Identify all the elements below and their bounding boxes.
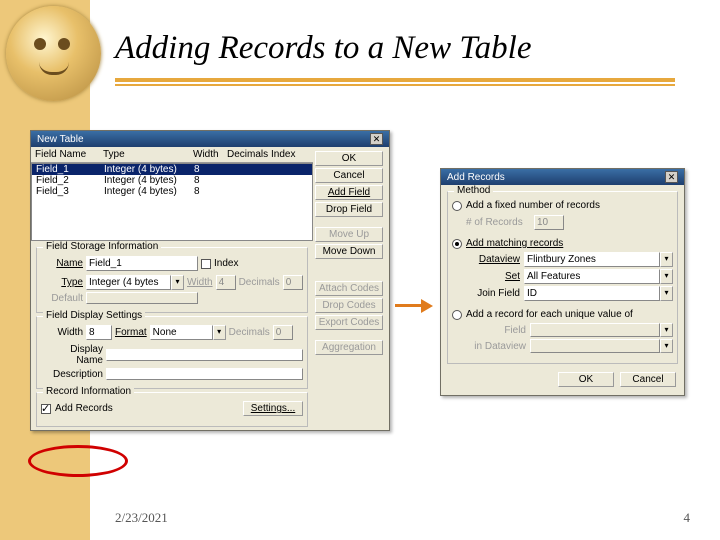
opt-matching-label: Add matching records	[466, 238, 563, 249]
footer-page-number: 4	[684, 510, 691, 526]
format-select[interactable]: None	[150, 325, 213, 340]
chevron-down-icon[interactable]: ▾	[213, 325, 226, 340]
add-records-titlebar[interactable]: Add Records ✕	[441, 169, 684, 185]
table-row[interactable]: Field_1 Integer (4 bytes) 8	[32, 164, 312, 175]
footer-date: 2/23/2021	[115, 510, 168, 526]
disp-dec-input: 0	[273, 325, 293, 340]
numrec-label: # of Records	[466, 217, 530, 228]
add-records-dialog: Add Records ✕ Method Add a fixed number …	[440, 168, 685, 396]
attach-codes-button: Attach Codes	[315, 281, 383, 296]
new-table-title: New Table	[37, 134, 84, 145]
radio-fixed[interactable]	[452, 201, 462, 211]
radio-unique[interactable]	[452, 310, 462, 320]
chevron-down-icon[interactable]: ▾	[660, 269, 673, 284]
dataview-select[interactable]: Flintbury Zones	[524, 252, 660, 267]
group-storage-title: Field Storage Information	[43, 241, 161, 252]
ok-button[interactable]: OK	[315, 151, 383, 166]
dataview-label: Dataview	[466, 254, 520, 265]
name-label: Name	[41, 258, 83, 269]
chevron-down-icon[interactable]: ▾	[171, 275, 184, 290]
cell: Integer (4 bytes)	[104, 175, 194, 186]
add-records-checkbox[interactable]	[41, 404, 51, 414]
indv-label: in Dataview	[466, 341, 526, 352]
add-field-button[interactable]: Add Field	[315, 185, 383, 200]
table-row[interactable]: Field_3 Integer (4 bytes) 8	[32, 186, 312, 197]
disp-name-label: Display Name	[41, 344, 103, 366]
indv-select	[530, 339, 660, 353]
col-decimals: Decimals	[227, 149, 271, 160]
index-label: Index	[214, 258, 238, 269]
description-label: Description	[41, 369, 103, 380]
cell: 8	[194, 164, 228, 175]
col-type: Type	[103, 149, 193, 160]
close-icon[interactable]: ✕	[665, 171, 678, 183]
cancel-button[interactable]: Cancel	[620, 372, 676, 387]
disp-width-label: Width	[41, 327, 83, 338]
set-label: Set	[466, 271, 520, 282]
move-down-button[interactable]: Move Down	[315, 244, 383, 259]
disp-name-input[interactable]	[106, 349, 303, 361]
annotation-arrow	[395, 300, 435, 312]
cell: Field_3	[36, 186, 104, 197]
disp-dec-label: Decimals	[229, 327, 270, 338]
slide-title: Adding Records to a New Table	[115, 30, 531, 67]
description-input[interactable]	[106, 368, 303, 380]
chevron-down-icon[interactable]: ▾	[660, 252, 673, 267]
chevron-down-icon: ▾	[660, 323, 673, 337]
numrec-input: 10	[534, 215, 564, 230]
format-label: Format	[115, 327, 147, 338]
table-row[interactable]: Field_2 Integer (4 bytes) 8	[32, 175, 312, 186]
cell: Integer (4 bytes)	[104, 186, 194, 197]
add-records-title: Add Records	[447, 172, 505, 183]
field-list[interactable]: Field_1 Integer (4 bytes) 8 Field_2 Inte…	[31, 163, 313, 241]
export-codes-button: Export Codes	[315, 315, 383, 330]
index-checkbox[interactable]	[201, 259, 211, 269]
type-select[interactable]: Integer (4 bytes	[86, 275, 171, 290]
decimals-label: Decimals	[239, 277, 280, 288]
aggregation-button: Aggregation	[315, 340, 383, 355]
width-label: Width	[187, 277, 213, 288]
col-field-name: Field Name	[35, 149, 103, 160]
radio-matching[interactable]	[452, 239, 462, 249]
opt-unique-label: Add a record for each unique value of	[466, 309, 633, 320]
name-input[interactable]: Field_1	[86, 256, 198, 271]
new-table-dialog: New Table ✕ Field Name Type Width Decima…	[30, 130, 390, 431]
chevron-down-icon[interactable]: ▾	[660, 286, 673, 301]
cell: Field_2	[36, 175, 104, 186]
drop-field-button[interactable]: Drop Field	[315, 202, 383, 217]
opt-fixed-label: Add a fixed number of records	[466, 200, 600, 211]
title-rule	[115, 78, 675, 82]
chevron-down-icon: ▾	[660, 339, 673, 353]
cell: Field_1	[36, 164, 104, 175]
cell: 8	[194, 186, 228, 197]
title-rule-thin	[115, 84, 675, 86]
col-index: Index	[271, 149, 303, 160]
settings-button[interactable]: Settings...	[243, 401, 303, 416]
type-label: Type	[41, 277, 83, 288]
drop-codes-button: Drop Codes	[315, 298, 383, 313]
col-width: Width	[193, 149, 227, 160]
group-display-title: Field Display Settings	[43, 310, 145, 321]
default-label: Default	[41, 293, 83, 304]
cell: Integer (4 bytes)	[104, 164, 194, 175]
field-label: Field	[466, 325, 526, 336]
cancel-button[interactable]: Cancel	[315, 168, 383, 183]
move-up-button[interactable]: Move Up	[315, 227, 383, 242]
close-icon[interactable]: ✕	[370, 133, 383, 145]
set-select[interactable]: All Features	[524, 269, 660, 284]
default-input	[86, 292, 198, 304]
decimals-input: 0	[283, 275, 303, 290]
new-table-titlebar[interactable]: New Table ✕	[31, 131, 389, 147]
join-label: Join Field	[466, 288, 520, 299]
width-input: 4	[216, 275, 236, 290]
sun-decoration	[6, 6, 101, 101]
field-select	[530, 323, 660, 337]
cell: 8	[194, 175, 228, 186]
add-records-label: Add Records	[55, 403, 113, 414]
ok-button[interactable]: OK	[558, 372, 614, 387]
disp-width-input[interactable]: 8	[86, 325, 112, 340]
join-select[interactable]: ID	[524, 286, 660, 301]
group-record-title: Record Information	[43, 386, 134, 397]
method-legend: Method	[454, 185, 493, 196]
